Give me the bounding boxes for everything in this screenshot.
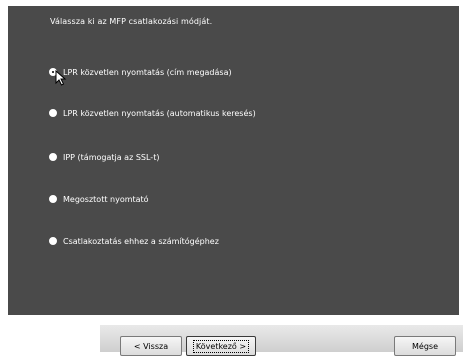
option-label: Megosztott nyomtató <box>63 194 149 204</box>
radio-ipp[interactable] <box>49 153 57 161</box>
option-label: IPP (támogatja az SSL-t) <box>63 152 160 162</box>
option-ipp[interactable]: IPP (támogatja az SSL-t) <box>49 151 159 163</box>
option-connect-this-computer[interactable]: Csatlakoztatás ehhez a számítógéphez <box>49 235 219 247</box>
next-button[interactable]: Következő > <box>186 336 256 356</box>
next-button-label: Következő > <box>192 339 250 353</box>
option-lpr-direct-address[interactable]: LPR közvetlen nyomtatás (cím megadása) <box>49 66 232 78</box>
back-button[interactable]: < Vissza <box>120 336 182 356</box>
radio-lpr-direct-auto[interactable] <box>49 109 57 117</box>
option-label: Csatlakoztatás ehhez a számítógéphez <box>63 236 219 246</box>
page-title: Válassza ki az MFP csatlakozási módját. <box>50 17 213 26</box>
option-shared-printer[interactable]: Megosztott nyomtató <box>49 193 149 205</box>
cancel-button[interactable]: Mégse <box>394 336 456 356</box>
back-button-label: < Vissza <box>133 341 169 351</box>
cancel-button-label: Mégse <box>412 341 438 351</box>
radio-shared-printer[interactable] <box>49 195 57 203</box>
radio-connect-this-computer[interactable] <box>49 237 57 245</box>
option-label: LPR közvetlen nyomtatás (automatikus ker… <box>63 108 256 118</box>
option-label: LPR közvetlen nyomtatás (cím megadása) <box>63 67 232 77</box>
option-lpr-direct-auto[interactable]: LPR közvetlen nyomtatás (automatikus ker… <box>49 107 256 119</box>
mouse-cursor-icon <box>55 70 67 86</box>
